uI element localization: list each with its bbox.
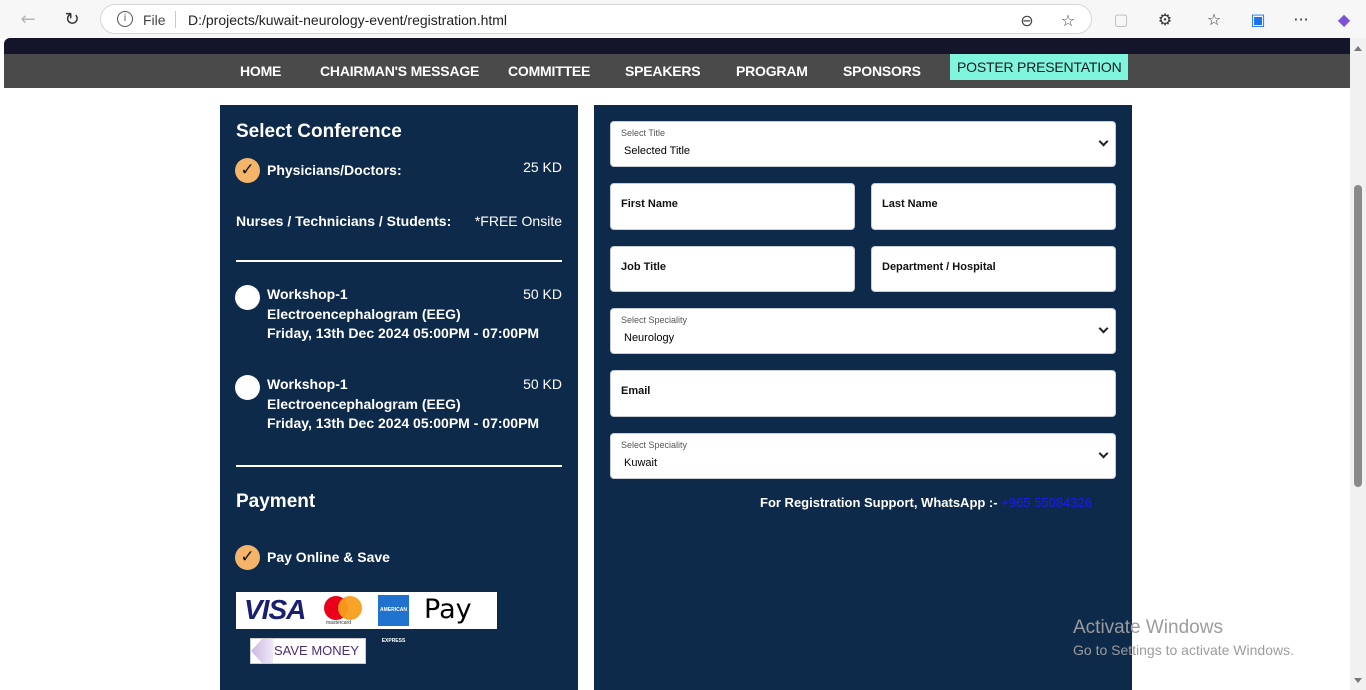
country-select[interactable]: Select Speciality Kuwait	[610, 433, 1116, 479]
pay-online-label: Pay Online & Save	[267, 549, 390, 565]
copilot-icon[interactable]: ◆	[1331, 6, 1357, 32]
page-scrollbar[interactable]	[1350, 38, 1366, 690]
workshop-1-radio[interactable]	[235, 285, 260, 310]
menu-sponsors[interactable]: SPONSORS	[843, 63, 921, 79]
menu-poster-presentation[interactable]: POSTER PRESENTATION	[950, 54, 1129, 80]
workshop-2-radio[interactable]	[235, 375, 260, 400]
mastercard-logo: mastercard	[324, 596, 364, 626]
menu-program[interactable]: PROGRAM	[736, 63, 808, 79]
workshop-1-price: 50 KD	[523, 286, 562, 302]
department-field[interactable]: Department / Hospital	[871, 246, 1116, 292]
chevron-down-icon	[1098, 136, 1109, 147]
visa-logo: VISA	[244, 594, 306, 625]
department-placeholder: Department / Hospital	[882, 261, 996, 273]
address-separator	[175, 11, 176, 28]
workshop-2-price: 50 KD	[523, 376, 562, 392]
scheme-label: File	[143, 12, 166, 28]
main-menu: HOME CHAIRMAN'S MESSAGE COMMITTEE SPEAKE…	[4, 54, 1350, 88]
country-select-label: Select Speciality	[621, 440, 688, 450]
payment-heading: Payment	[236, 491, 316, 512]
first-name-placeholder: First Name	[621, 198, 678, 210]
workshop-2-details: Workshop-1 Electroencephalogram (EEG) Fr…	[267, 375, 539, 434]
divider	[236, 260, 562, 262]
divider	[236, 465, 562, 467]
workshop-title: Workshop-1	[267, 286, 348, 302]
pay-online-check-icon[interactable]: ✓	[235, 545, 260, 570]
back-icon[interactable]: ←	[14, 6, 42, 32]
email-field[interactable]: Email	[610, 370, 1116, 417]
physicians-price: 25 KD	[523, 159, 562, 175]
extensions-icon[interactable]: ⚙	[1152, 6, 1178, 32]
registration-form: Select Title Selected Title First Name L…	[594, 105, 1132, 690]
workshop-subtitle: Electroencephalogram (EEG)	[267, 395, 461, 412]
star-icon[interactable]: ☆	[1057, 9, 1079, 31]
job-title-placeholder: Job Title	[621, 261, 667, 273]
support-text: For Registration Support, WhatsApp :-	[760, 495, 1002, 510]
speciality-select-label: Select Speciality	[621, 315, 688, 325]
reload-icon[interactable]: ↻	[58, 6, 86, 32]
menu-chairmans-message[interactable]: CHAIRMAN'S MESSAGE	[320, 63, 479, 79]
ribbon-icon	[251, 639, 273, 663]
activate-windows-title: Activate Windows	[1073, 617, 1223, 638]
chevron-down-icon	[1098, 448, 1109, 459]
title-select-label: Select Title	[621, 128, 666, 138]
nurses-price: *FREE Onsite	[474, 213, 562, 229]
menu-speakers[interactable]: SPEAKERS	[625, 63, 701, 79]
speciality-select[interactable]: Select Speciality Neurology	[610, 308, 1116, 354]
speciality-select-value: Neurology	[624, 332, 675, 344]
last-name-placeholder: Last Name	[882, 198, 938, 210]
workshop-date: Friday, 13th Dec 2024 05:00PM - 07:00PM	[267, 415, 540, 431]
workshop-subtitle: Electroencephalogram (EEG)	[267, 305, 461, 322]
payment-logos: VISA mastercard AMERICAN EXPRESS Pay	[236, 592, 497, 644]
title-select[interactable]: Select Title Selected Title	[610, 121, 1116, 167]
scroll-thumb[interactable]	[1354, 185, 1362, 487]
country-select-value: Kuwait	[624, 457, 658, 469]
email-placeholder: Email	[621, 385, 651, 397]
conference-panel: Select Conference ✓ Physicians/Doctors: …	[220, 105, 578, 690]
zoom-icon[interactable]: ⊖	[1016, 9, 1038, 31]
save-money-label: SAVE MONEY	[273, 643, 359, 658]
registration-support: For Registration Support, WhatsApp :- +9…	[760, 495, 1092, 510]
page-viewport: HOME CHAIRMAN'S MESSAGE COMMITTEE SPEAKE…	[4, 38, 1350, 690]
address-bar[interactable]: i File D:/projects/kuwait-neurology-even…	[100, 4, 1092, 34]
shield-icon[interactable]: ▢	[1108, 6, 1134, 32]
scroll-up-icon[interactable]	[1354, 46, 1362, 51]
menu-committee[interactable]: COMMITTEE	[508, 63, 590, 79]
first-name-field[interactable]: First Name	[610, 183, 855, 230]
save-money-badge: SAVE MONEY	[250, 638, 366, 664]
browser-toolbar: ← ↻ i File D:/projects/kuwait-neurology-…	[0, 0, 1366, 38]
activate-windows-subtitle: Go to Settings to activate Windows.	[1073, 642, 1294, 658]
workshop-title: Workshop-1	[267, 376, 348, 392]
physicians-label: Physicians/Doctors:	[267, 162, 402, 178]
menu-home[interactable]: HOME	[240, 63, 281, 79]
select-conference-heading: Select Conference	[236, 121, 402, 142]
whatsapp-link[interactable]: +965 55084326	[1001, 495, 1092, 510]
favorites-icon[interactable]: ☆	[1201, 6, 1227, 32]
scroll-down-icon[interactable]	[1354, 678, 1362, 683]
more-icon[interactable]: ···	[1288, 6, 1314, 32]
header-strip	[4, 38, 1350, 54]
job-title-field[interactable]: Job Title	[610, 246, 855, 292]
collections-icon[interactable]: ▣	[1245, 6, 1271, 32]
nurses-label: Nurses / Technicians / Students:	[236, 213, 452, 229]
info-icon[interactable]: i	[117, 11, 133, 27]
workshop-date: Friday, 13th Dec 2024 05:00PM - 07:00PM	[267, 325, 540, 341]
last-name-field[interactable]: Last Name	[871, 183, 1116, 230]
chevron-down-icon	[1098, 323, 1109, 334]
url-text[interactable]: D:/projects/kuwait-neurology-event/regis…	[188, 12, 507, 28]
title-select-value: Selected Title	[624, 145, 691, 157]
physicians-check-icon[interactable]: ✓	[235, 158, 260, 183]
apple-pay-logo: Pay	[424, 594, 472, 625]
workshop-1-details: Workshop-1 Electroencephalogram (EEG) Fr…	[267, 285, 539, 344]
amex-logo: AMERICAN EXPRESS	[378, 595, 409, 644]
